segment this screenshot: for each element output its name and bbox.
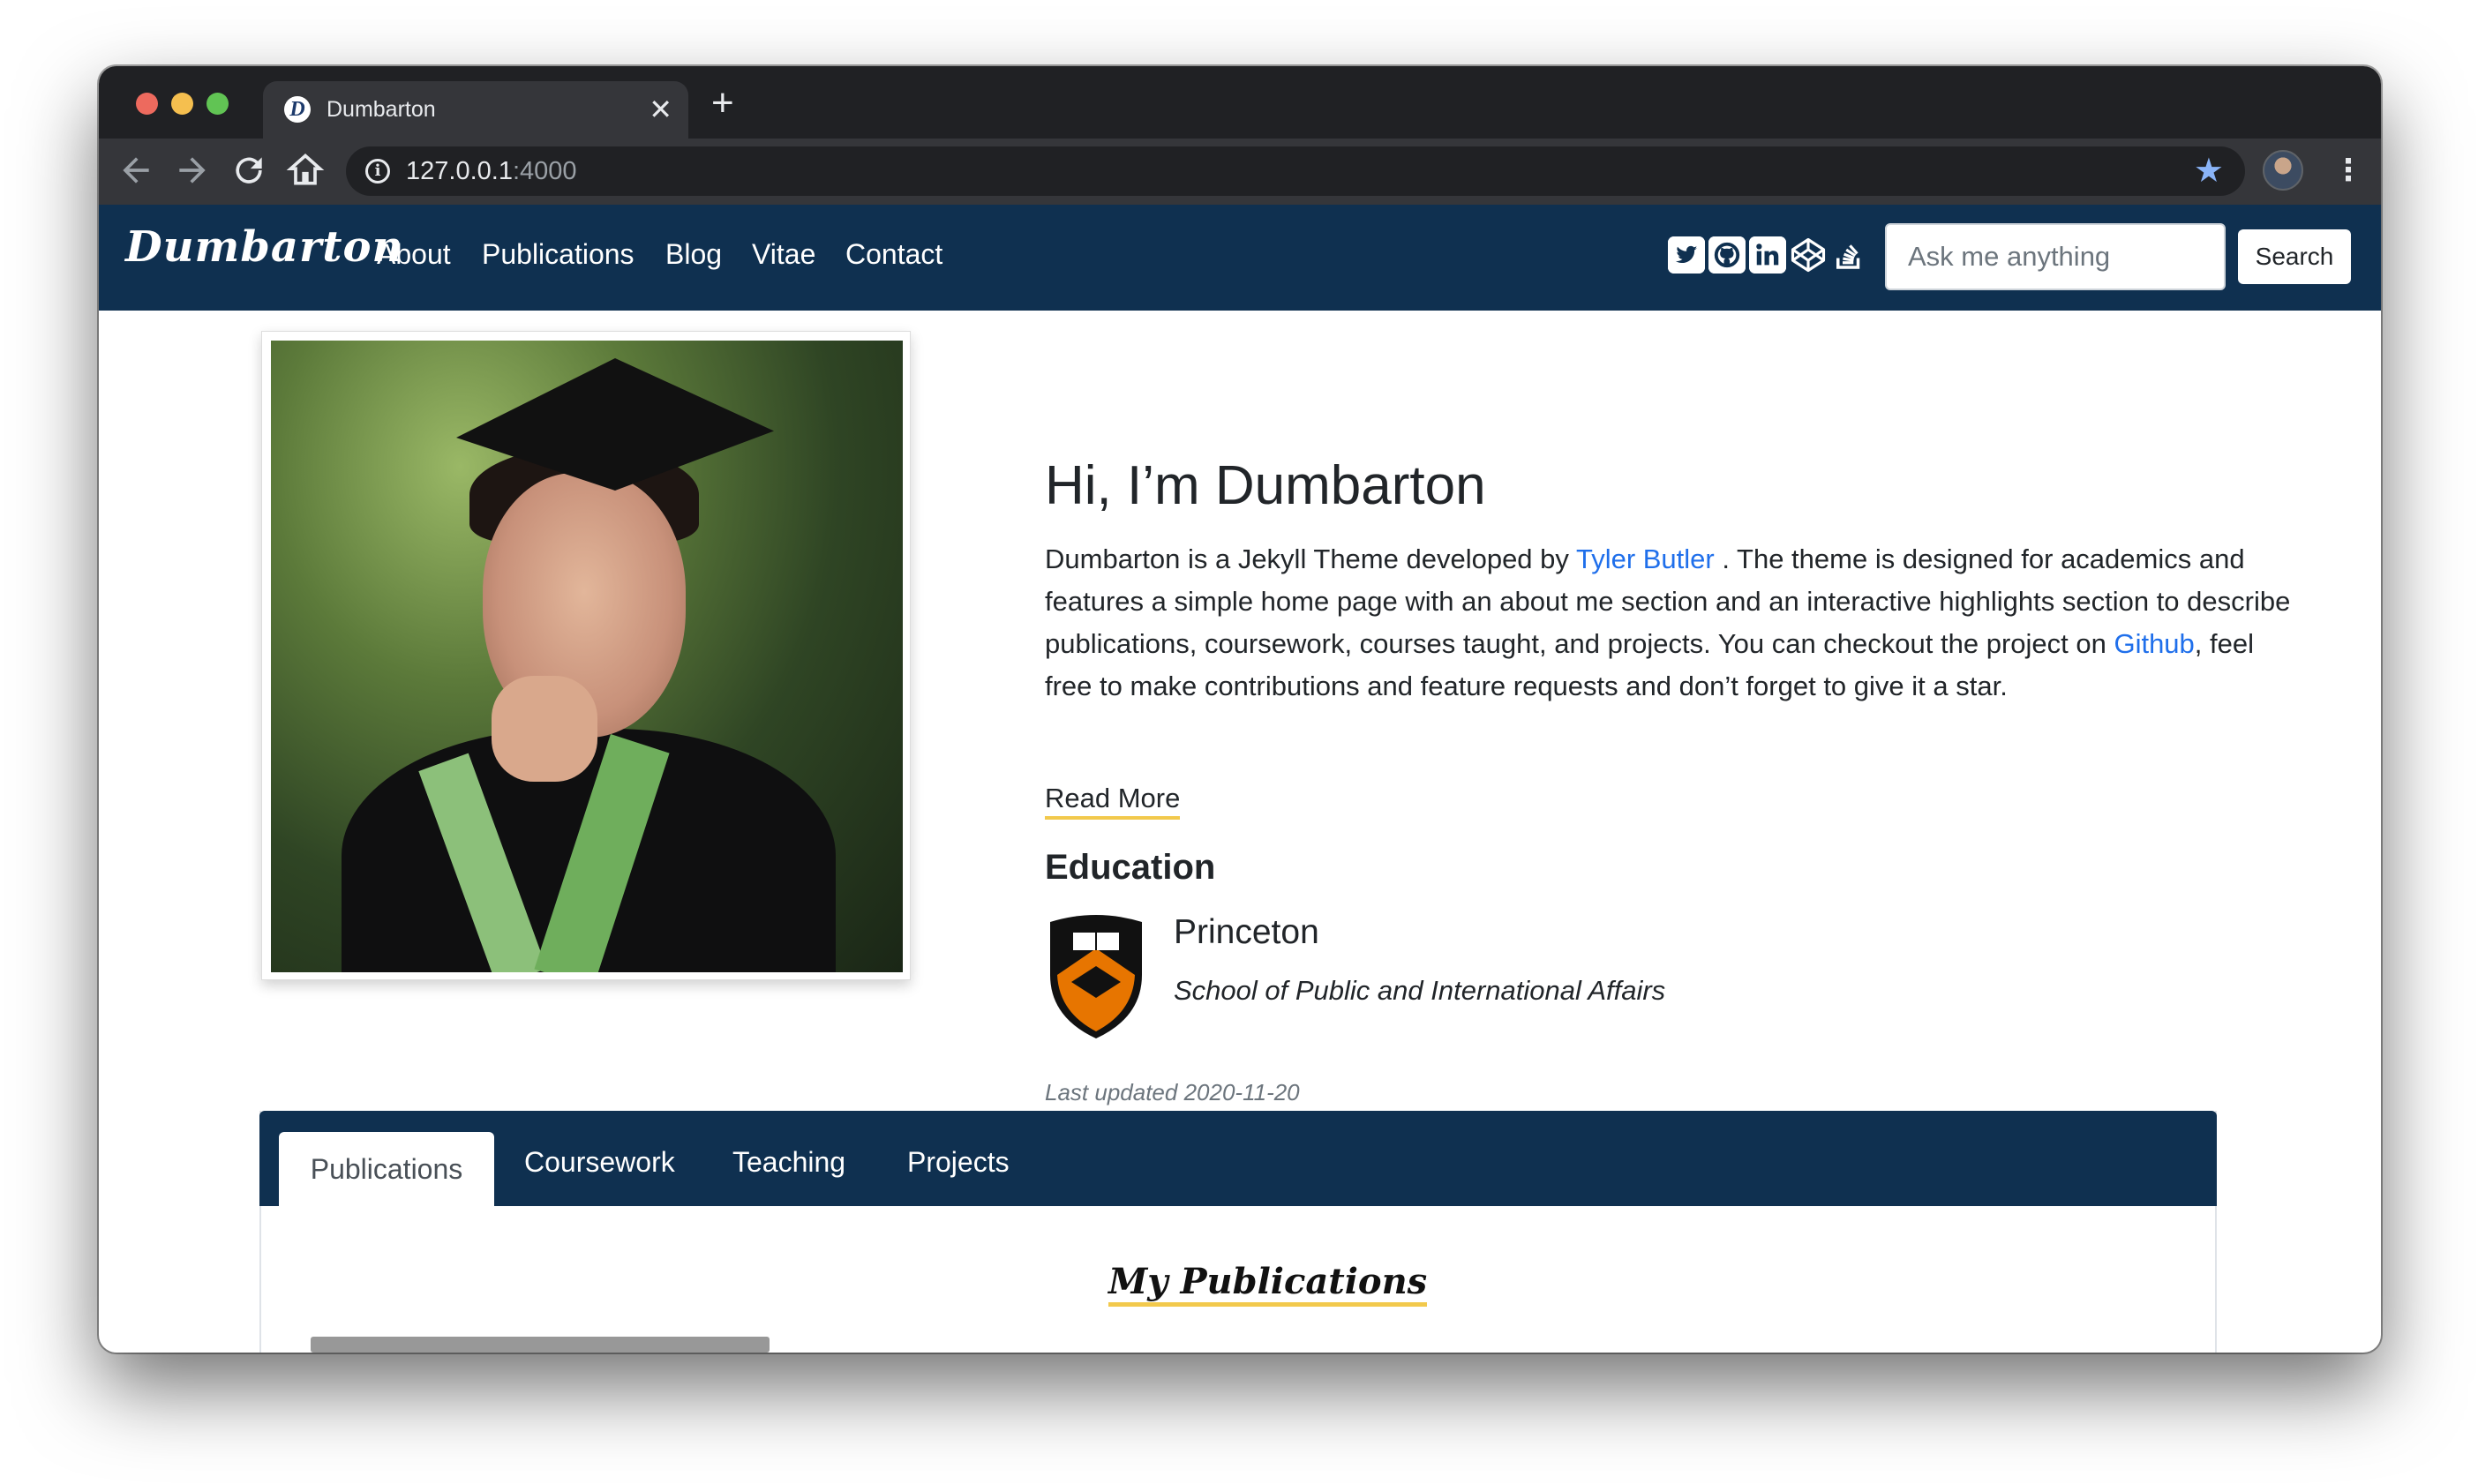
- search-button[interactable]: Search: [2238, 229, 2351, 284]
- read-more-link[interactable]: Read More: [1045, 781, 1181, 820]
- twitter-icon[interactable]: [1668, 236, 1705, 274]
- home-icon[interactable]: [286, 151, 325, 190]
- nav-vitae[interactable]: Vitae: [752, 238, 815, 271]
- nav-blog[interactable]: Blog: [665, 238, 722, 271]
- address-bar[interactable]: i 127.0.0.1:4000 ★: [346, 146, 2245, 196]
- site-brand[interactable]: Dumbarton: [125, 222, 403, 272]
- back-arrow-icon[interactable]: [116, 151, 155, 190]
- tab-coursework[interactable]: Coursework: [524, 1146, 675, 1179]
- kebab-menu-icon[interactable]: ⋮: [2333, 151, 2363, 190]
- nav-about[interactable]: About: [377, 238, 451, 271]
- reload-icon[interactable]: [229, 151, 268, 190]
- publication-list-item: [311, 1337, 770, 1353]
- browser-toolbar: i 127.0.0.1:4000 ★ ⋮: [99, 139, 2381, 205]
- profile-photo-frame: [261, 331, 911, 980]
- close-tab-icon[interactable]: ✕: [649, 92, 672, 127]
- codepen-icon[interactable]: [1790, 236, 1827, 274]
- maximize-window-button[interactable]: [206, 93, 229, 115]
- site-navbar: Dumbarton About Publications Blog Vitae …: [99, 205, 2381, 311]
- education-heading: Education: [1045, 848, 1216, 887]
- search-input[interactable]: [1885, 223, 2226, 290]
- linkedin-icon[interactable]: [1749, 236, 1786, 274]
- school-department: School of Public and International Affai…: [1174, 975, 1666, 1006]
- bio-text-start: Dumbarton is a Jekyll Theme developed by: [1045, 543, 1576, 574]
- site-info-icon[interactable]: i: [365, 159, 390, 184]
- publications-section-heading: My Publications: [1108, 1262, 1428, 1307]
- forward-arrow-icon[interactable]: [173, 151, 212, 190]
- favicon-icon: D: [284, 96, 311, 123]
- photo-hand: [492, 676, 597, 782]
- tab-publications[interactable]: Publications: [279, 1132, 494, 1206]
- hero-title: Hi, I’m Dumbarton: [1045, 455, 1486, 516]
- minimize-window-button[interactable]: [171, 93, 193, 115]
- url-host: 127.0.0.1: [406, 157, 513, 185]
- nav-contact[interactable]: Contact: [845, 238, 942, 271]
- school-name: Princeton: [1174, 913, 1319, 951]
- profile-photo: [271, 341, 903, 972]
- new-tab-icon[interactable]: +: [711, 84, 734, 123]
- github-icon[interactable]: [1708, 236, 1746, 274]
- close-window-button[interactable]: [136, 93, 158, 115]
- browser-window: D Dumbarton ✕ + i 127.0.0.1:4000 ★ ⋮ Dum…: [99, 66, 2381, 1353]
- nav-publications[interactable]: Publications: [482, 238, 635, 271]
- url-text: 127.0.0.1:4000: [406, 157, 577, 186]
- profile-avatar-icon[interactable]: [2263, 150, 2303, 191]
- github-link[interactable]: Github: [2114, 628, 2194, 659]
- bookmark-star-icon[interactable]: ★: [2194, 152, 2224, 191]
- last-updated: Last updated 2020-11-20: [1045, 1079, 1300, 1106]
- stackoverflow-icon[interactable]: [1830, 236, 1867, 274]
- bio-paragraph: Dumbarton is a Jekyll Theme developed by…: [1045, 538, 2298, 708]
- tab-projects[interactable]: Projects: [907, 1146, 1010, 1179]
- highlights-tabs: Publications Coursework Teaching Project…: [259, 1111, 2217, 1206]
- tab-title: Dumbarton: [327, 97, 436, 122]
- photo-graduation-cap: [456, 358, 774, 491]
- princeton-shield-icon: [1045, 913, 1147, 1042]
- browser-tab-strip: D Dumbarton ✕ +: [99, 66, 2381, 139]
- tab-teaching[interactable]: Teaching: [732, 1146, 845, 1179]
- url-port: :4000: [512, 157, 577, 185]
- tyler-butler-link[interactable]: Tyler Butler: [1576, 543, 1715, 574]
- browser-tab[interactable]: D Dumbarton ✕: [263, 81, 688, 139]
